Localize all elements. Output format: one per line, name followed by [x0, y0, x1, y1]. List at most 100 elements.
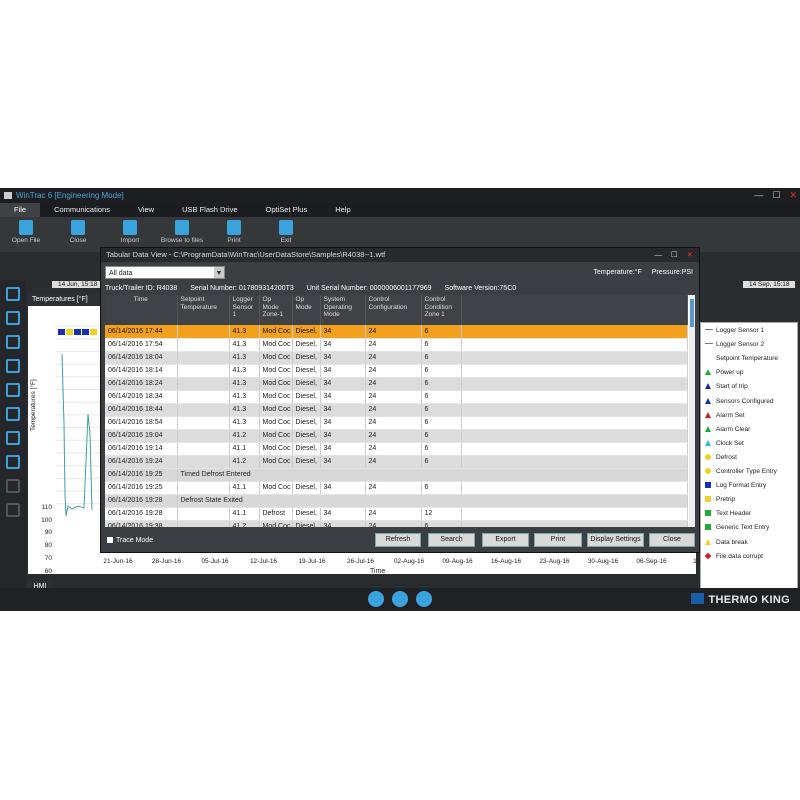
- table-row[interactable]: 06/14/2016 19:28 Defrost State Exited: [105, 494, 688, 508]
- legend-item[interactable]: Logger Sensor 1: [705, 327, 764, 334]
- minimize-icon[interactable]: —: [754, 188, 763, 203]
- column-header[interactable]: Op Mode Zone-1: [259, 295, 293, 325]
- dialog-maximize-icon[interactable]: ☐: [671, 248, 678, 262]
- legend-item[interactable]: Text Header: [705, 510, 751, 517]
- dialog-close-icon[interactable]: ✕: [687, 248, 693, 262]
- menu-usb-flash-drive[interactable]: USB Flash Drive: [168, 203, 251, 217]
- table-row[interactable]: 06/14/2016 18:44 41.3 Mod Coc Diesel, 34 24 6: [105, 403, 688, 417]
- x-tick-label: 30-Aug-16: [587, 558, 619, 565]
- grid-scrollbar[interactable]: [689, 295, 695, 527]
- checkbox-icon[interactable]: [107, 537, 113, 543]
- cell-sensor1: 41.2: [229, 455, 260, 469]
- settings-icon[interactable]: [6, 359, 20, 373]
- display-settings-button[interactable]: Display Settings: [587, 533, 644, 547]
- cell-sysmode: 34: [320, 507, 366, 521]
- cell-opzone: Defrost: [259, 507, 293, 521]
- status-tool-icon[interactable]: [368, 591, 384, 607]
- close-button[interactable]: Close: [649, 533, 695, 547]
- legend-item[interactable]: Defrost: [705, 453, 737, 461]
- legend-item[interactable]: Setpoint Temperature: [705, 355, 778, 362]
- legend-item[interactable]: Pretrip: [705, 496, 735, 503]
- table-row[interactable]: 06/14/2016 18:24 41.3 Mod Coc Diesel, 34 24 6: [105, 377, 688, 391]
- sliders-icon[interactable]: [6, 431, 20, 445]
- menu-communications[interactable]: Communications: [40, 203, 124, 217]
- print-label: Print: [227, 237, 241, 244]
- date-range-start[interactable]: 14 Jun, 15:18: [52, 281, 104, 288]
- legend-item[interactable]: Controller Type Entry: [705, 468, 777, 475]
- menu-view[interactable]: View: [124, 203, 168, 217]
- table-row[interactable]: 06/14/2016 19:14 41.1 Mod Coc Diesel, 34 24 6: [105, 442, 688, 456]
- table-row[interactable]: 06/14/2016 18:34 41.3 Mod Coc Diesel, 34 24 6: [105, 390, 688, 404]
- table-row[interactable]: 06/14/2016 18:54 41.3 Mod Coc Diesel, 34 24 6: [105, 416, 688, 430]
- status-gauge-icon[interactable]: [416, 591, 432, 607]
- chevron-down-icon[interactable]: ▼: [214, 267, 224, 278]
- cell-setpoint: [177, 520, 230, 527]
- document-icon[interactable]: [6, 311, 20, 325]
- legend-item[interactable]: File data corrupt: [704, 552, 763, 560]
- column-header[interactable]: Control Condition Zone 1: [421, 295, 462, 325]
- event-marker[interactable]: [82, 329, 89, 335]
- list-icon[interactable]: [6, 335, 20, 349]
- legend-item[interactable]: Clock Set: [705, 439, 744, 447]
- dialog-minimize-icon[interactable]: —: [654, 248, 662, 262]
- table-row[interactable]: 06/14/2016 19:28 41.1 Defrost Diesel, 34 24 12: [105, 507, 688, 521]
- table-row[interactable]: 06/14/2016 19:25 41.1 Mod Coc Diesel, 34 24 6: [105, 481, 688, 495]
- grid-icon[interactable]: [6, 407, 20, 421]
- date-range-end[interactable]: 14 Sep, 15:18: [743, 281, 796, 288]
- event-marker[interactable]: [66, 329, 73, 335]
- menu-optiset-plus[interactable]: OptiSet Plus: [252, 203, 322, 217]
- cell-opzone: Mod Coc: [259, 364, 293, 378]
- zoom-out-icon[interactable]: [6, 479, 20, 493]
- table-row[interactable]: 06/14/2016 17:54 41.3 Mod Coc Diesel, 34 24 6: [105, 338, 688, 352]
- legend-item[interactable]: Power up: [705, 369, 743, 376]
- legend-item[interactable]: Alarm Clear: [705, 425, 750, 433]
- legend-item[interactable]: Generic Text Entry: [705, 524, 769, 531]
- close-window-icon[interactable]: ✕: [789, 188, 797, 203]
- table-row[interactable]: 06/14/2016 19:25 Timed Defrost Entered: [105, 468, 688, 482]
- cell-spacer: [461, 416, 688, 430]
- column-header[interactable]: System Operating Mode: [320, 295, 366, 325]
- pin-icon[interactable]: [6, 287, 20, 301]
- trace-mode-checkbox[interactable]: Trace Mode: [107, 537, 153, 544]
- x-tick-label: 16-Aug-16: [490, 558, 522, 565]
- legend-item[interactable]: Logger Sensor 2: [705, 341, 764, 348]
- column-header[interactable]: Setpoint Temperature: [177, 295, 230, 325]
- table-row[interactable]: 06/14/2016 19:38 41.2 Mod Coc Diesel, 34 24 6: [105, 520, 688, 527]
- column-header[interactable]: Time: [105, 295, 178, 325]
- table-row[interactable]: 06/14/2016 18:04 41.3 Mod Coc Diesel, 34 24 6: [105, 351, 688, 365]
- column-header[interactable]: Control Configuration: [365, 295, 422, 325]
- brand-logo: THERMO KING: [691, 593, 790, 606]
- event-marker[interactable]: [90, 329, 97, 335]
- table-row[interactable]: 06/14/2016 17:44 41.3 Mod Coc Diesel, 34 24 6: [105, 325, 688, 339]
- cell-time: 06/14/2016 17:44: [105, 325, 178, 339]
- scrollbar-thumb[interactable]: [690, 299, 694, 327]
- data-filter-select[interactable]: All data ▼: [105, 266, 225, 279]
- event-marker[interactable]: [74, 329, 81, 335]
- refresh-button[interactable]: Refresh: [375, 533, 421, 547]
- table-row[interactable]: 06/14/2016 19:04 41.2 Mod Coc Diesel, 34 24 6: [105, 429, 688, 443]
- maximize-icon[interactable]: ☐: [772, 188, 780, 203]
- truck-icon[interactable]: [6, 383, 20, 397]
- legend-item[interactable]: Data break: [705, 538, 748, 546]
- status-thermometer-icon[interactable]: [392, 591, 408, 607]
- column-header[interactable]: Logger Sensor 1: [229, 295, 260, 325]
- column-header[interactable]: Op Mode: [292, 295, 321, 325]
- legend-item[interactable]: Start of trip: [705, 383, 748, 390]
- search-button[interactable]: Search: [428, 533, 475, 547]
- legend-item[interactable]: Alarm Set: [705, 411, 745, 419]
- cell-sysmode: 34: [320, 481, 366, 495]
- menu-file[interactable]: File: [0, 203, 41, 217]
- legend-item[interactable]: Sensors Configured: [705, 397, 773, 405]
- table-row[interactable]: 06/14/2016 18:14 41.3 Mod Coc Diesel, 34 24 6: [105, 364, 688, 378]
- cell-opzone: Mod Coc: [259, 338, 293, 352]
- open-file-button[interactable]: Open File: [0, 217, 52, 252]
- export-button[interactable]: Export: [482, 533, 529, 547]
- table-row[interactable]: 06/14/2016 19:24 41.2 Mod Coc Diesel, 34 24 6: [105, 455, 688, 469]
- menu-help[interactable]: Help: [321, 203, 364, 217]
- disk-icon[interactable]: [6, 503, 20, 517]
- close-file-button[interactable]: Close: [52, 217, 104, 252]
- print-button[interactable]: Print: [534, 533, 582, 547]
- legend-item[interactable]: Log Format Entry: [705, 482, 766, 489]
- zoom-in-icon[interactable]: [6, 455, 20, 469]
- event-marker[interactable]: [58, 329, 65, 335]
